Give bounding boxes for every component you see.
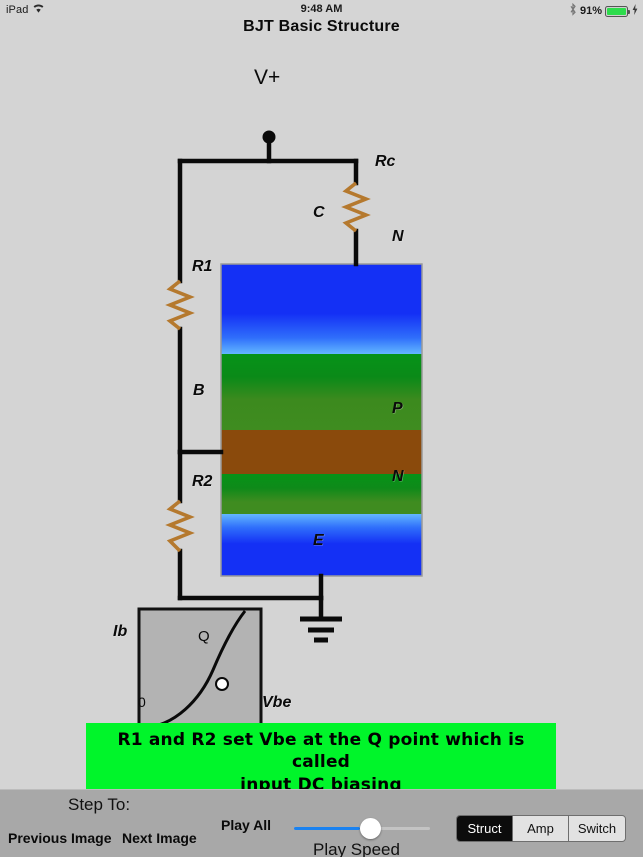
battery-icon [605,5,630,17]
collector-terminal-label: C [313,204,325,221]
graph-x-axis-label: Vbe [262,694,292,711]
segment-switch[interactable]: Switch [569,816,625,841]
resistor-rc-label: Rc [375,153,396,170]
resistor-r1-zigzag [165,279,195,331]
graph-y-axis-label: Ib [113,623,128,640]
page-title: BJT Basic Structure [243,18,400,35]
bluetooth-icon [569,2,577,19]
ground-symbol-icon [300,616,342,643]
slider-thumb[interactable] [359,818,381,839]
graph-origin-label: 0 [138,694,146,710]
play-all-button[interactable]: Play All [221,817,271,833]
bjt-diagram: V+ Rc R1 R2 C B E N P N Ib Vbe 0 Q [0,40,643,785]
region-label-base-p: P [392,400,403,417]
resistor-r2-label: R2 [192,473,213,490]
bottom-toolbar: Step To: Previous Image Next Image Play … [0,789,643,857]
resistor-r2-zigzag [165,499,195,553]
transistor-body [220,263,423,577]
previous-image-button[interactable]: Previous Image [8,830,112,846]
supply-label: V+ [254,66,281,89]
play-speed-label: Play Speed [313,840,400,857]
emitter-terminal-label: E [313,532,324,549]
view-mode-segmented-control[interactable]: Struct Amp Switch [456,815,626,842]
segment-amp[interactable]: Amp [513,816,569,841]
resistor-rc-zigzag [341,181,371,233]
segment-struct[interactable]: Struct [457,816,513,841]
graph-q-point-label: Q [198,628,210,645]
diagram-canvas [137,130,423,735]
base-terminal-label: B [193,382,205,399]
supply-node-dot [262,130,276,144]
status-bar-right: 91% [569,2,638,19]
battery-percent-label: 91% [579,5,602,17]
app-root: iPad 9:48 AM 91% BJT Basic Structure V+ … [0,0,643,857]
lightning-bolt-icon [632,4,638,18]
region-label-emitter-n: N [392,468,404,485]
region-label-collector-n: N [392,228,404,245]
slider-filled-track [294,827,360,830]
status-bar: iPad 9:48 AM 91% [0,0,643,20]
caption-line-1: R1 and R2 set Vbe at the Q point which i… [117,730,525,773]
next-image-button[interactable]: Next Image [122,830,197,846]
play-speed-slider[interactable] [294,818,430,840]
q-point-marker [215,677,229,691]
status-bar-clock: 9:48 AM [300,3,343,15]
resistor-r1-label: R1 [192,258,213,275]
step-to-label: Step To: [68,795,131,814]
